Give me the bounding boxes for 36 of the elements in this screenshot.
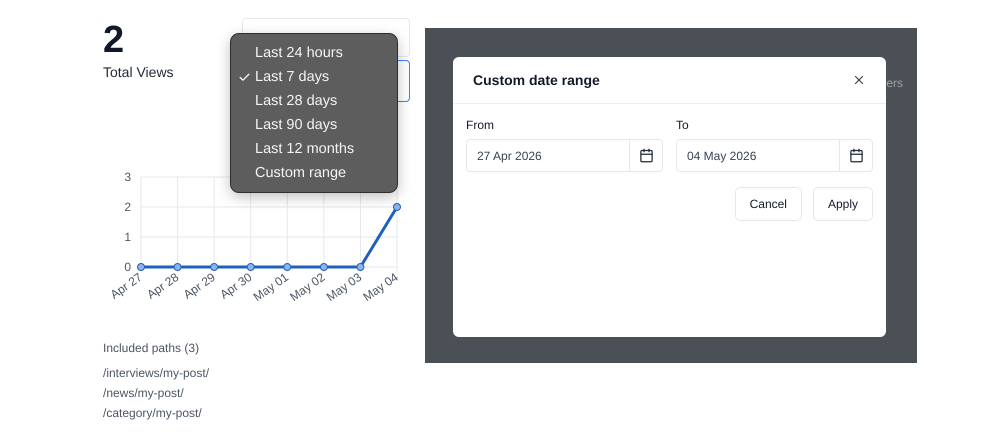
stat-value: 2 <box>103 20 126 60</box>
data-point <box>246 263 255 271</box>
field-label: To <box>676 118 690 132</box>
menu-item[interactable]: Last 28 days <box>231 89 397 113</box>
data-point <box>393 203 401 211</box>
close-button[interactable] <box>852 73 866 87</box>
date-field[interactable]: 27 Apr 2026 <box>466 139 663 172</box>
data-point <box>283 263 292 271</box>
y-tick-label: 2 <box>124 200 131 214</box>
paths-title: Included paths (3) <box>103 341 200 355</box>
x-tick-label: Apr 28 <box>144 270 182 302</box>
date-field[interactable]: 04 May 2026 <box>676 139 873 172</box>
menu-item[interactable]: Last 24 hours <box>231 41 397 65</box>
menu-item[interactable]: Custom range <box>231 161 397 185</box>
data-point <box>137 263 145 271</box>
menu-item[interactable]: Last 12 months <box>231 137 397 161</box>
menu-item[interactable]: Last 7 days <box>231 65 397 89</box>
data-point <box>356 263 364 271</box>
data-point <box>210 263 218 271</box>
dialog-title: Custom date range <box>473 72 600 88</box>
y-tick-label: 3 <box>124 170 131 184</box>
y-tick-label: 1 <box>124 230 131 244</box>
menu-item[interactable]: Last 90 days <box>231 113 397 137</box>
path-item: /interviews/my-post/ <box>103 365 210 382</box>
data-point <box>174 263 182 271</box>
path-item: /news/my-post/ <box>103 385 185 402</box>
dialog-button[interactable]: Apply <box>812 187 873 221</box>
path-item: /category/my-post/ <box>103 405 203 422</box>
dialog-button[interactable]: Cancel <box>734 187 802 221</box>
data-point <box>320 263 328 271</box>
background-text: ers <box>886 76 903 90</box>
stat-label: Total Views <box>103 64 174 80</box>
calendar-icon <box>848 148 864 163</box>
field-label: From <box>466 118 495 132</box>
calendar-icon <box>638 148 654 163</box>
x-tick-label: Apr 29 <box>180 270 218 302</box>
